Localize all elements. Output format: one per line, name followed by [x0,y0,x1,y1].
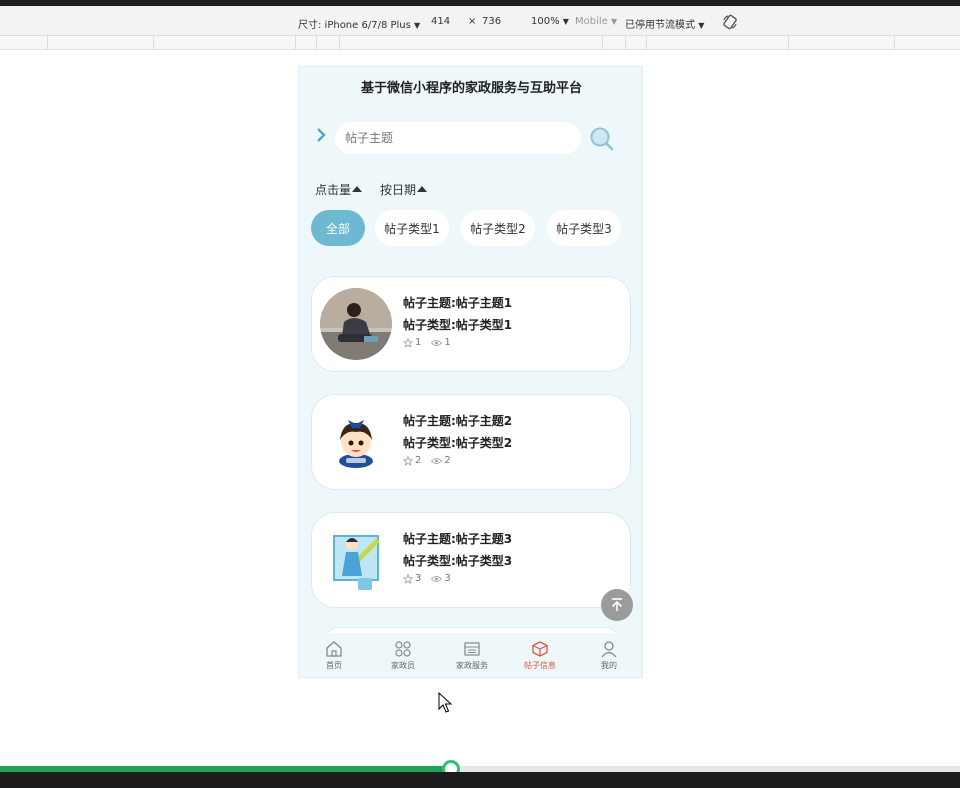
calendar-icon [464,642,480,656]
user-icon [601,641,617,658]
tab-services[interactable]: 家政服务 [442,640,502,671]
throttle-select[interactable]: 已停用节流模式 ▼ [625,16,704,31]
star-icon [403,573,413,584]
sort-by-date[interactable]: 按日期 [380,181,428,198]
post-stats: 1 1 [403,337,451,348]
post-type: 帖子类型:帖子类型3 [403,554,513,568]
view-count: 1 [444,337,451,348]
view-count: 3 [444,573,451,584]
post-type: 帖子类型:帖子类型1 [403,318,513,332]
view-count: 2 [444,455,451,466]
star-icon [403,337,413,348]
star-icon [403,455,413,466]
post-image-cartoon-cleaner [320,524,392,596]
tab-home[interactable]: 首页 [304,640,364,671]
box-icon [532,641,548,657]
mouse-cursor-icon [438,692,452,713]
eye-icon [431,457,443,464]
star-count: 1 [415,337,422,348]
star-count: 2 [415,455,422,466]
chip-type-3[interactable]: 帖子类型3 [547,210,621,246]
post-stats: 2 2 [403,455,451,466]
sort-up-icon [417,186,428,192]
player-bottom-strip [0,772,960,788]
post-image-woman-cleaning [320,288,392,360]
search-icon[interactable] [589,126,615,152]
post-card[interactable]: 帖子主题:帖子主题2 帖子类型:帖子类型2 2 2 [311,394,631,490]
star-count: 3 [415,573,422,584]
tab-bar: 首页 家政员 家政服务 帖子信息 我的 [299,633,642,677]
arrow-up-icon [611,598,623,611]
mode-select[interactable]: Mobile ▼ [575,16,617,27]
width-input[interactable]: 414 [431,16,450,27]
search-input[interactable] [335,122,581,154]
tab-housekeepers[interactable]: 家政员 [373,640,433,671]
chip-type-1[interactable]: 帖子类型1 [375,210,449,246]
eye-icon [431,339,443,346]
home-icon [326,641,342,657]
devtools-toolbar: 尺寸: iPhone 6/7/8 Plus ▼ 414 × 736 100% ▼… [0,6,960,36]
post-card[interactable]: 帖子主题:帖子主题1 帖子类型:帖子类型1 1 1 [311,276,631,372]
back-to-top-button[interactable] [601,589,633,621]
post-subject: 帖子主题:帖子主题3 [403,532,513,546]
tab-posts[interactable]: 帖子信息 [510,640,570,671]
mobile-viewport: 基于微信小程序的家政服务与互助平台 点击量 按日期 全部 帖子类型1 帖子类型2… [298,66,643,678]
chip-all[interactable]: 全部 [311,210,365,246]
rotate-icon[interactable] [722,14,738,30]
chip-type-2[interactable]: 帖子类型2 [461,210,535,246]
sort-by-clicks[interactable]: 点击量 [315,181,363,198]
device-select[interactable]: 尺寸: iPhone 6/7/8 Plus ▼ [298,16,420,31]
times-label: × [468,16,477,27]
post-subject: 帖子主题:帖子主题2 [403,414,513,428]
post-subject: 帖子主题:帖子主题1 [403,296,513,310]
tab-profile[interactable]: 我的 [579,640,639,671]
grid-icon [395,641,411,657]
sort-up-icon [352,186,363,192]
post-stats: 3 3 [403,573,451,584]
eye-icon [431,575,443,582]
post-image-cartoon-girl [320,406,392,478]
chevron-right-icon[interactable] [315,127,327,143]
post-card[interactable]: 帖子主题:帖子主题3 帖子类型:帖子类型3 3 3 [311,512,631,608]
height-input[interactable]: 736 [482,16,501,27]
page-title: 基于微信小程序的家政服务与互助平台 [360,81,582,96]
zoom-select[interactable]: 100% ▼ [531,16,569,27]
media-query-ruler [0,36,960,50]
post-type: 帖子类型:帖子类型2 [403,436,513,450]
